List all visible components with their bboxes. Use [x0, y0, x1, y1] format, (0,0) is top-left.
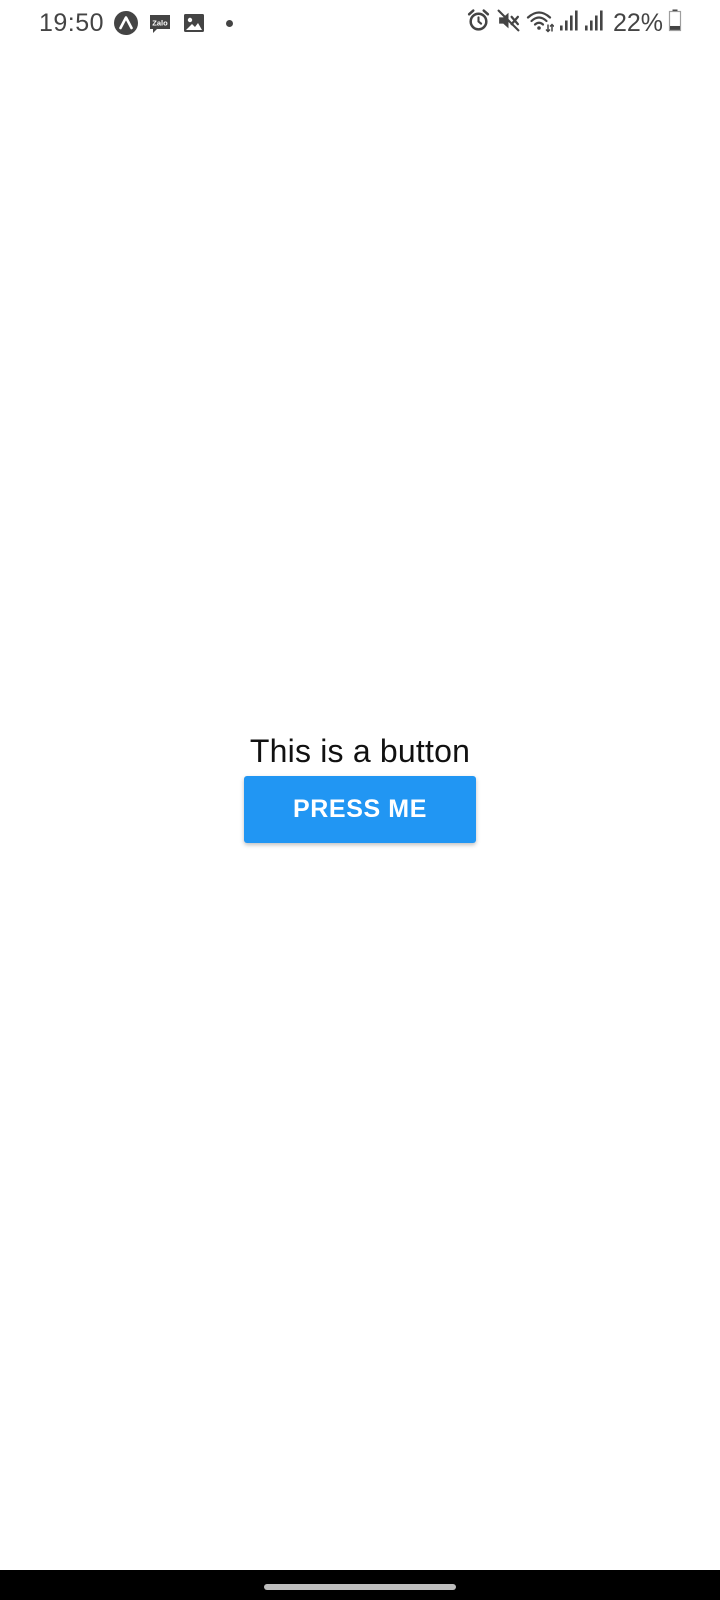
home-gesture-handle[interactable]: [264, 1584, 456, 1590]
app-screen: 19:50 Zalo 22% This is a button PRESS ME: [0, 0, 720, 1600]
press-me-button[interactable]: PRESS ME: [244, 776, 476, 843]
navigation-bar: [0, 1570, 720, 1600]
main-content: This is a button PRESS ME: [0, 0, 720, 1570]
button-caption: This is a button: [249, 733, 471, 769]
